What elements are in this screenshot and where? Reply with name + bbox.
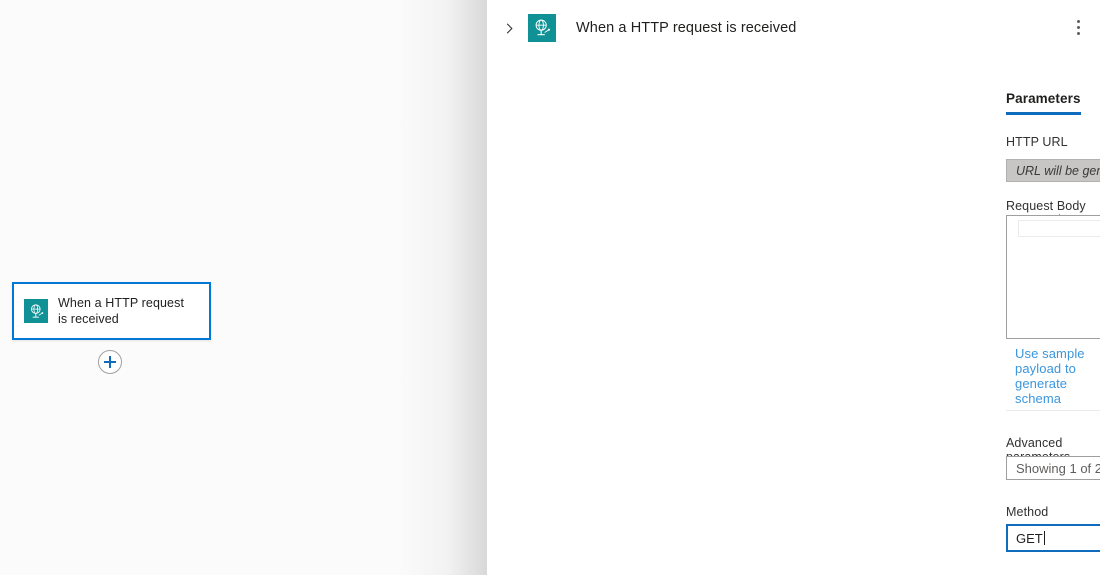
- collapse-panel-button[interactable]: [496, 15, 522, 41]
- kebab-dot-1: [1076, 19, 1080, 23]
- tab-parameters[interactable]: Parameters: [1006, 91, 1081, 115]
- kebab-dot-2: [1076, 25, 1080, 29]
- advanced-parameters-dropdown[interactable]: Showing 1 of 2: [1006, 456, 1100, 480]
- http-request-globe-icon: [24, 299, 48, 323]
- workflow-node-http-trigger[interactable]: When a HTTP request is received: [12, 282, 211, 340]
- tab-parameters-label: Parameters: [1006, 91, 1081, 106]
- chevron-right-icon: [506, 23, 512, 33]
- more-vertical-icon[interactable]: [1067, 14, 1089, 40]
- workflow-node-label: When a HTTP request is received: [58, 295, 184, 327]
- http-url-value: URL will be generated after save: [1016, 163, 1100, 178]
- http-url-label: HTTP URL: [1006, 135, 1068, 149]
- plus-icon-vertical: [109, 356, 111, 368]
- panel-tabs: Parameters Settings Code View About: [1006, 76, 1100, 115]
- method-dropdown[interactable]: GET: [1006, 524, 1100, 552]
- panel-shadow: [400, 0, 487, 575]
- method-label: Method: [1006, 505, 1049, 519]
- node-details-panel: When a HTTP request is received Paramete…: [487, 0, 1100, 575]
- workflow-canvas[interactable]: When a HTTP request is received: [0, 0, 487, 575]
- workflow-node-label-line1: When a HTTP request: [58, 296, 185, 310]
- http-request-globe-icon: [528, 14, 556, 42]
- section-divider: [1006, 410, 1100, 411]
- method-value: GET: [1016, 530, 1043, 546]
- use-sample-payload-link[interactable]: Use sample payload to generate schema: [1015, 346, 1100, 406]
- workflow-node-label-line2: is received: [58, 312, 119, 326]
- schema-editor-first-line[interactable]: [1018, 220, 1100, 237]
- text-caret: [1043, 531, 1045, 545]
- tab-active-underline: [1006, 112, 1081, 115]
- kebab-dot-3: [1076, 31, 1080, 35]
- http-url-input: URL will be generated after save: [1006, 159, 1100, 182]
- request-body-schema-editor[interactable]: [1006, 215, 1100, 339]
- add-step-button[interactable]: [98, 350, 122, 374]
- logic-app-designer: When a HTTP request is received When a H…: [0, 0, 1100, 575]
- panel-header: When a HTTP request is received: [487, 0, 1100, 56]
- advanced-parameters-value: Showing 1 of 2: [1016, 460, 1100, 476]
- panel-title: When a HTTP request is received: [576, 20, 797, 36]
